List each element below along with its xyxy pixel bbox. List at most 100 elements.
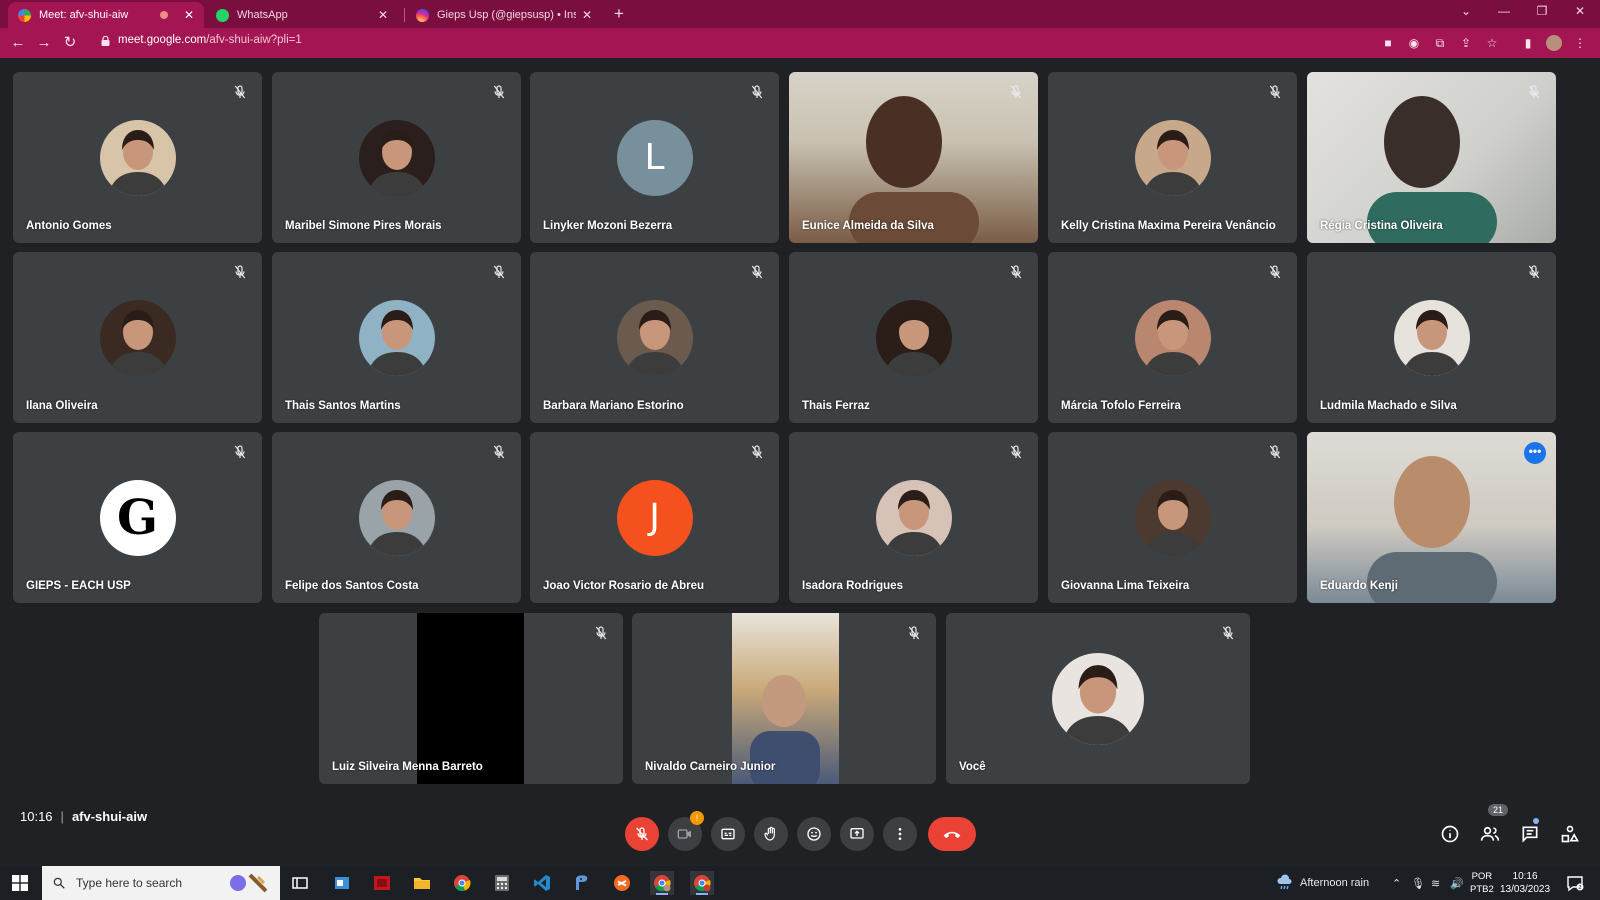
input-language[interactable]: POR PTB2 — [1470, 870, 1494, 896]
minimize-icon[interactable]: — — [1494, 4, 1514, 18]
file-explorer-icon[interactable] — [410, 871, 434, 895]
notifications-icon[interactable]: 2 — [1566, 866, 1584, 900]
chrome-menu-icon[interactable]: ⋮ — [1572, 35, 1588, 51]
windows-start-icon[interactable] — [12, 875, 28, 891]
participant-avatar: L — [616, 119, 693, 196]
participant-tile[interactable]: L Linyker Mozoni Bezerra — [530, 72, 779, 243]
tab-meet[interactable]: Meet: afv-shui-aiw ✕ — [8, 2, 204, 28]
muted-mic-icon — [234, 85, 246, 99]
meeting-code[interactable]: afv-shui-aiw — [72, 809, 147, 824]
participant-tile[interactable]: Giovanna Lima Teixeira — [1048, 432, 1297, 603]
participant-tile[interactable]: Luiz Silveira Menna Barreto — [319, 613, 623, 784]
present-screen-button[interactable] — [840, 817, 874, 851]
google-lens-icon[interactable]: ◉ — [1406, 35, 1422, 51]
microphone-tray-icon[interactable]: 🎙 — [1411, 866, 1425, 900]
muted-mic-icon — [493, 445, 505, 459]
activities-button[interactable] — [1558, 822, 1582, 846]
participant-tile[interactable]: Você — [946, 613, 1250, 784]
participant-tile[interactable]: Thais Ferraz — [789, 252, 1038, 423]
meeting-details-button[interactable] — [1438, 822, 1462, 846]
svg-text:2: 2 — [1578, 885, 1582, 891]
participant-name: Márcia Tofolo Ferreira — [1061, 400, 1181, 412]
participant-tile[interactable]: J Joao Victor Rosario de Abreu — [530, 432, 779, 603]
task-view-icon[interactable] — [288, 871, 312, 895]
lock-icon[interactable] — [101, 36, 110, 46]
wifi-icon[interactable]: ≋ — [1431, 866, 1440, 900]
bookmark-star-icon[interactable]: ☆ — [1484, 35, 1500, 51]
mic-toggle-button[interactable] — [625, 817, 659, 851]
vscode-icon[interactable] — [530, 871, 554, 895]
share-icon[interactable]: ⇪ — [1458, 35, 1474, 51]
sublime-icon[interactable] — [610, 871, 634, 895]
system-clock[interactable]: 10:16 13/03/2023 — [1500, 870, 1550, 896]
participant-avatar — [1134, 299, 1211, 376]
participant-tile[interactable]: Márcia Tofolo Ferreira — [1048, 252, 1297, 423]
participant-avatar — [99, 119, 176, 196]
participant-tile[interactable]: Barbara Mariano Estorino — [530, 252, 779, 423]
participant-avatar — [1052, 652, 1144, 745]
participant-tile[interactable]: Felipe dos Santos Costa — [272, 432, 521, 603]
close-tab-icon[interactable]: ✕ — [378, 8, 388, 22]
emoji-reactions-button[interactable] — [797, 817, 831, 851]
address-bar[interactable]: meet.google.com/afv-shui-aiw?pli=1 — [118, 34, 302, 46]
participant-tile[interactable]: Ilana Oliveira — [13, 252, 262, 423]
show-hidden-icons-icon[interactable]: ⌃ — [1392, 866, 1401, 900]
pycharm-icon[interactable] — [570, 871, 594, 895]
close-tab-icon[interactable]: ✕ — [582, 8, 592, 22]
calculator-icon[interactable] — [490, 871, 514, 895]
participant-avatar — [875, 479, 952, 556]
tab-title: WhatsApp — [237, 9, 288, 21]
participant-tile[interactable]: ••• Eduardo Kenji — [1307, 432, 1556, 603]
muted-mic-icon — [234, 265, 246, 279]
people-button[interactable] — [1478, 822, 1502, 846]
reload-icon[interactable]: ↻ — [60, 33, 80, 53]
browser-tab-strip: Meet: afv-shui-aiw ✕ WhatsApp ✕ Gieps Us… — [0, 0, 1600, 28]
captions-button[interactable] — [711, 817, 745, 851]
chrome-icon[interactable] — [450, 871, 474, 895]
participant-tile[interactable]: Nivaldo Carneiro Junior — [632, 613, 936, 784]
tile-options-icon[interactable]: ••• — [1524, 442, 1546, 464]
new-tab-icon[interactable]: + — [614, 4, 624, 24]
participant-tile[interactable]: Ludmila Machado e Silva — [1307, 252, 1556, 423]
chrome-profile-2-icon[interactable] — [690, 871, 714, 895]
participant-tile[interactable]: Isadora Rodrigues — [789, 432, 1038, 603]
leave-call-button[interactable] — [928, 817, 976, 851]
more-options-icon — [898, 828, 902, 840]
back-icon[interactable]: ← — [8, 33, 28, 53]
search-icon — [53, 877, 65, 889]
more-options-button[interactable] — [883, 817, 917, 851]
translate-icon[interactable]: ⧉ — [1432, 35, 1448, 51]
outlook-icon[interactable] — [330, 871, 354, 895]
weather-text: Afternoon rain — [1300, 877, 1370, 889]
participant-tile[interactable]: Antonio Gomes — [13, 72, 262, 243]
profile-avatar-icon[interactable] — [1546, 35, 1562, 51]
side-panel-icon[interactable]: ▮ — [1520, 35, 1536, 51]
camera-in-use-icon[interactable]: ■ — [1380, 35, 1396, 51]
tab-search-chevron-icon[interactable]: ⌄ — [1456, 4, 1476, 18]
participant-tile[interactable]: Thais Santos Martins — [272, 252, 521, 423]
camera-toggle-button[interactable]: ! — [668, 811, 704, 851]
tab-whatsapp[interactable]: WhatsApp ✕ — [206, 2, 398, 28]
taskbar-search-box[interactable]: Type here to search — [42, 866, 280, 900]
weather-widget[interactable]: Afternoon rain — [1276, 866, 1369, 900]
raise-hand-button[interactable] — [754, 817, 788, 851]
participant-tile[interactable]: Eunice Almeida da Silva — [789, 72, 1038, 243]
participant-tile[interactable]: Kelly Cristina Maxima Pereira Venâncio — [1048, 72, 1297, 243]
participant-tile[interactable]: Maribel Simone Pires Morais — [272, 72, 521, 243]
meet-favicon-icon — [18, 8, 31, 22]
volume-icon[interactable]: 🔊 — [1450, 866, 1464, 900]
close-tab-icon[interactable]: ✕ — [184, 8, 194, 22]
language-code: POR — [1471, 871, 1493, 882]
participant-tile[interactable]: Régia Cristina Oliveira — [1307, 72, 1556, 243]
forward-icon[interactable]: → — [34, 33, 54, 53]
red-app-icon[interactable] — [370, 871, 394, 895]
close-window-icon[interactable]: ✕ — [1570, 4, 1590, 18]
chat-button[interactable] — [1518, 822, 1542, 846]
search-placeholder: Type here to search — [76, 876, 183, 890]
tab-instagram[interactable]: Gieps Usp (@giepsusp) • Instagra ✕ — [406, 2, 602, 28]
unread-chat-dot — [1533, 818, 1539, 824]
restore-icon[interactable]: ❐ — [1532, 4, 1552, 18]
participant-tile[interactable]: G GIEPS - EACH USP — [13, 432, 262, 603]
recording-dot-icon — [159, 11, 168, 19]
chrome-profile-1-icon[interactable] — [650, 871, 674, 895]
